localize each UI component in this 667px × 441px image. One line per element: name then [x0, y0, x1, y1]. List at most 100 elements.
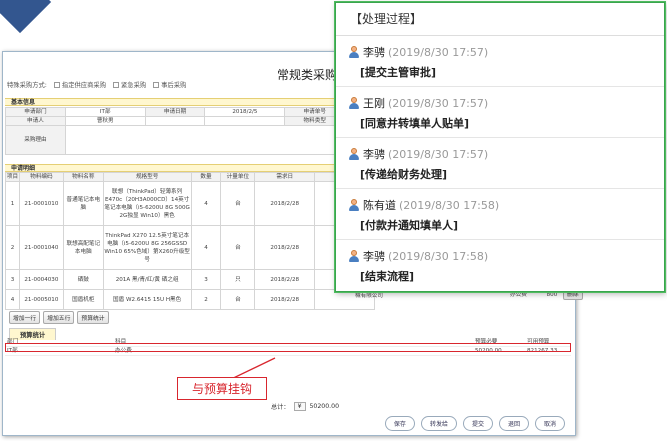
- process-action: [传递给财务处理]: [360, 168, 448, 181]
- total-currency: ¥: [293, 402, 306, 411]
- detail-table: 项目 物料编码 物料名称 规格型号 数量 计量单位 需求日 附件 1 21-00…: [5, 172, 375, 310]
- partial-fee-amount: 800: [546, 292, 558, 298]
- process-entry: 陈有道 (2019/8/30 17:58) [付款并通知填单人]: [336, 189, 664, 240]
- checkbox-icon[interactable]: [112, 82, 119, 88]
- total-row: 总计： ¥ 50200.00: [271, 402, 339, 411]
- process-entry: 李骋 (2019/8/30 17:57) [传递给财务处理]: [336, 138, 664, 189]
- checkbox-icon[interactable]: [53, 82, 60, 88]
- cancel-button[interactable]: 取消: [534, 416, 565, 431]
- process-user: 李骋: [363, 250, 385, 263]
- checkbox-icon[interactable]: [153, 82, 160, 88]
- unit: 台: [220, 181, 256, 226]
- material-name: 普通笔记本电脑: [62, 181, 104, 226]
- process-entry: 李骋 (2019/8/30 17:57) [提交主管审批]: [336, 36, 664, 87]
- forward-button[interactable]: 转发给: [420, 416, 457, 431]
- applicant-value[interactable]: 曹秋男: [64, 116, 146, 126]
- col-header: 数量: [190, 172, 222, 182]
- process-entry: 王刚 (2019/8/30 17:57) [同意并转填单人贴单]: [336, 87, 664, 138]
- total-label: 总计：: [271, 404, 290, 411]
- process-action: [同意并转填单人贴单]: [360, 117, 470, 130]
- user-icon: [348, 148, 360, 160]
- process-time: (2019/8/30 17:57): [388, 147, 489, 161]
- table-row[interactable]: 1 21-0001010 普通笔记本电脑 联想（ThinkPad）轻薄系列E47…: [5, 181, 375, 226]
- material-code[interactable]: 21-0001010: [18, 181, 64, 226]
- add-five-rows-button[interactable]: 增加五行: [43, 311, 75, 324]
- need-date[interactable]: 2018/2/28: [254, 289, 316, 310]
- table-row[interactable]: 4 21-0005010 国盾机柜 国盾 W2.6415 15U H黑色 2 台…: [5, 289, 375, 310]
- date-value[interactable]: 2018/2/5: [204, 107, 286, 117]
- process-time: (2019/8/30 17:58): [399, 198, 500, 212]
- table-row[interactable]: 2 21-0001040 联想高配笔记本电脑 ThinkPad X270 12.…: [5, 225, 375, 270]
- dept-value[interactable]: IT部: [64, 107, 146, 117]
- purchase-mode-option[interactable]: 事后采购: [153, 80, 186, 89]
- table-row[interactable]: 3 21-0004030 硒鼓 201A 黑/青/红/黄 硒之组 3 只 201…: [5, 269, 375, 290]
- applicant-label: 申请人: [5, 116, 66, 126]
- footer-buttons: 保存 转发给 提交 退回 取消: [384, 416, 565, 431]
- row-no: 4: [5, 289, 20, 310]
- user-icon: [348, 250, 360, 262]
- screenshot-stage: 常规类采购申请 特殊采购方式: 指定供应商采购 紧急采购 事后采购 基本信息 申…: [0, 0, 667, 441]
- purchase-mode-option[interactable]: 紧急采购: [112, 80, 146, 89]
- material-code[interactable]: 21-0005010: [18, 289, 64, 310]
- material-name: 硒鼓: [62, 269, 104, 290]
- purchase-mode-row: 特殊采购方式: 指定供应商采购 紧急采购 事后采购: [7, 80, 186, 89]
- decorative-diamond: [0, 0, 52, 34]
- quantity[interactable]: 4: [190, 181, 222, 226]
- annotation-label: 与预算挂钩: [177, 377, 267, 400]
- purchase-mode-label: 特殊采购方式:: [7, 82, 47, 89]
- material-spec: 联想（ThinkPad）轻薄系列E470c（20H3A000CD）14英寸笔记本…: [102, 181, 192, 226]
- dept-label: 申请部门: [5, 107, 66, 117]
- process-user: 王刚: [363, 97, 385, 110]
- process-action: [付款并通知填单人]: [360, 219, 459, 232]
- process-user: 李骋: [363, 46, 385, 59]
- process-history-panel: 【处理过程】 李骋 (2019/8/30 17:57) [提交主管审批] 王刚 …: [335, 2, 665, 292]
- budget-highlight-box: [5, 343, 571, 352]
- save-button[interactable]: 保存: [384, 416, 415, 431]
- quantity[interactable]: 3: [190, 269, 222, 290]
- material-name: 联想高配笔记本电脑: [62, 225, 104, 270]
- col-header: 需求日: [254, 172, 316, 182]
- material-spec: 201A 黑/青/红/黄 硒之组: [102, 269, 192, 290]
- col-header: 规格型号: [102, 172, 192, 182]
- material-code[interactable]: 21-0001040: [18, 225, 64, 270]
- submit-button[interactable]: 提交: [462, 416, 493, 431]
- need-date[interactable]: 2018/2/28: [254, 269, 316, 290]
- process-action: [结束流程]: [360, 270, 415, 283]
- unit: 台: [220, 289, 256, 310]
- row-action-buttons: 增加一行 增加五行 预算统计: [9, 311, 109, 324]
- material-spec: ThinkPad X270 12.5英寸笔记本电脑（i5-6200U 8G 25…: [102, 225, 192, 270]
- total-value: 50200.00: [309, 403, 340, 410]
- add-one-row-button[interactable]: 增加一行: [9, 311, 41, 324]
- return-button[interactable]: 退回: [498, 416, 529, 431]
- user-icon: [348, 97, 360, 109]
- user-icon: [348, 199, 360, 211]
- material-spec: 国盾 W2.6415 15U H黑色: [102, 289, 192, 310]
- material-name: 国盾机柜: [62, 289, 104, 310]
- empty-cell: [204, 116, 286, 126]
- date-label: 申请日期: [144, 107, 206, 117]
- quantity[interactable]: 2: [190, 289, 222, 310]
- col-header: 项目: [5, 172, 20, 182]
- quantity[interactable]: 4: [190, 225, 222, 270]
- process-time: (2019/8/30 17:57): [388, 96, 489, 110]
- row-no: 2: [5, 225, 20, 270]
- col-header: 物料名称: [62, 172, 104, 182]
- process-action: [提交主管审批]: [360, 66, 437, 79]
- budget-stats-button[interactable]: 预算统计: [77, 311, 109, 324]
- need-date[interactable]: 2018/2/28: [254, 181, 316, 226]
- empty-cell: [144, 116, 206, 126]
- col-header: 物料编码: [18, 172, 64, 182]
- user-icon: [348, 46, 360, 58]
- process-time: (2019/8/30 17:57): [388, 45, 489, 59]
- process-time: (2019/8/30 17:58): [388, 249, 489, 263]
- partial-fee-label: 办公费: [510, 292, 527, 298]
- row-no: 3: [5, 269, 20, 290]
- process-user: 李骋: [363, 148, 385, 161]
- process-panel-header: 【处理过程】: [336, 3, 664, 36]
- unit: 只: [220, 269, 256, 290]
- row-no: 1: [5, 181, 20, 226]
- material-code[interactable]: 21-0004030: [18, 269, 64, 290]
- purchase-mode-option[interactable]: 指定供应商采购: [53, 80, 106, 89]
- need-date[interactable]: 2018/2/28: [254, 225, 316, 270]
- reason-label: 采购理由: [5, 125, 66, 155]
